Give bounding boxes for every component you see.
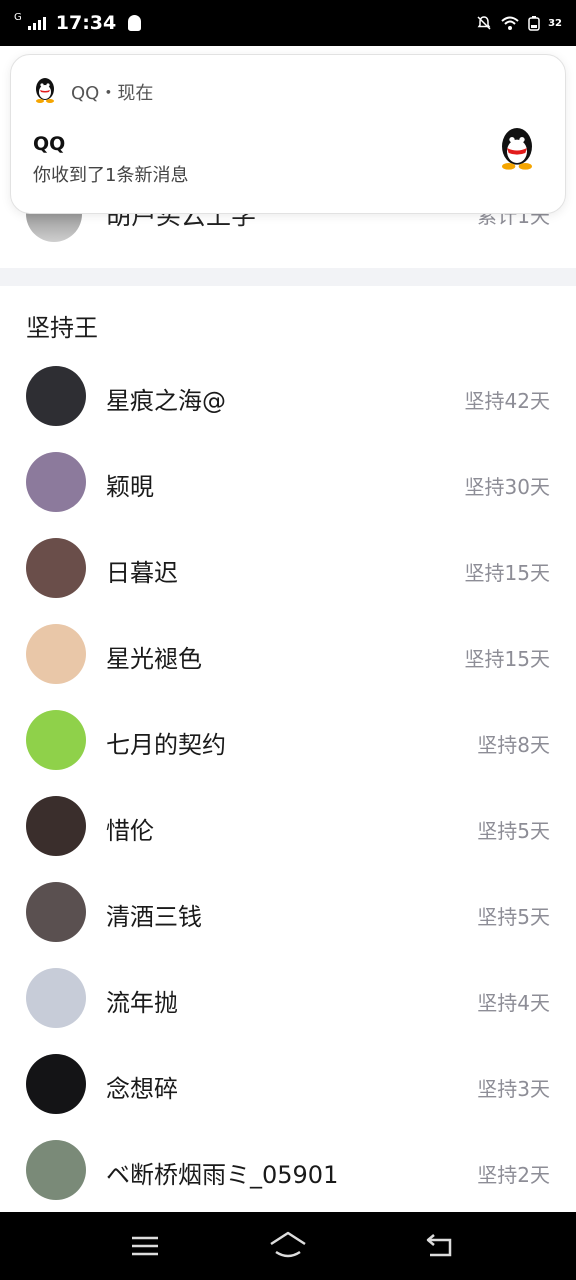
notification-body: 你收到了1条新消息 — [33, 165, 189, 186]
avatar — [26, 624, 86, 684]
avatar — [26, 366, 86, 426]
avatar — [26, 1054, 86, 1114]
user-name: 星痕之海@ — [106, 387, 226, 415]
menu-icon[interactable] — [130, 1230, 160, 1260]
streak-count: 坚持5天 — [477, 819, 550, 843]
user-name: 念想碎 — [106, 1075, 178, 1103]
streak-count: 坚持4天 — [477, 991, 550, 1015]
notification-title: QQ — [33, 133, 66, 155]
streak-count: 坚持8天 — [477, 733, 550, 757]
wifi-icon — [501, 16, 519, 30]
list-item[interactable]: 流年抛 坚持4天 — [0, 958, 576, 1044]
navigation-bar — [0, 1212, 576, 1280]
avatar — [26, 538, 86, 598]
qq-penguin-icon — [36, 78, 54, 103]
qq-penguin-icon — [502, 128, 532, 170]
clock: 17:34 — [55, 12, 117, 34]
battery-level: 32 — [548, 17, 562, 29]
avatar — [26, 710, 86, 770]
notification-banner[interactable]: QQ・现在 QQ 你收到了1条新消息 — [10, 54, 566, 214]
list-item[interactable]: 七月的契约 坚持8天 — [0, 700, 576, 786]
streak-count: 坚持42天 — [464, 389, 550, 413]
user-name: ベ断桥烟雨ミ_05901 — [106, 1161, 339, 1189]
user-name: 日暮迟 — [106, 559, 178, 587]
avatar — [26, 968, 86, 1028]
streak-count: 坚持3天 — [477, 1077, 550, 1101]
user-name: 流年抛 — [106, 989, 178, 1017]
user-name: 七月的契约 — [106, 731, 226, 759]
streak-count: 坚持15天 — [464, 561, 550, 585]
avatar — [26, 1140, 86, 1200]
list-item[interactable]: 惜伦 坚持5天 — [0, 786, 576, 872]
section-title: 坚持王 — [26, 314, 98, 342]
section-divider — [0, 268, 576, 286]
status-bar: G 17:34 32 — [0, 0, 576, 46]
avatar — [26, 796, 86, 856]
list-item[interactable]: 星光褪色 坚持15天 — [0, 614, 576, 700]
user-name: 惜伦 — [106, 817, 154, 845]
notification-app-name: QQ・现在 — [71, 83, 154, 104]
list-item[interactable]: 清酒三钱 坚持5天 — [0, 872, 576, 958]
streak-count: 坚持5天 — [477, 905, 550, 929]
streak-count: 坚持30天 — [464, 475, 550, 499]
user-name: 颖晛 — [106, 473, 154, 501]
snapchat-icon — [128, 15, 142, 31]
back-icon[interactable] — [424, 1230, 456, 1260]
leaderboard-list: 星痕之海@ 坚持42天 颖晛 坚持30天 日暮迟 坚持15天 星光褪色 坚持15… — [0, 356, 576, 1216]
list-item[interactable]: 日暮迟 坚持15天 — [0, 528, 576, 614]
list-item[interactable]: 星痕之海@ 坚持42天 — [0, 356, 576, 442]
signal-icon — [27, 16, 46, 30]
avatar — [26, 882, 86, 942]
user-name: 清酒三钱 — [106, 903, 202, 931]
streak-count: 坚持2天 — [477, 1163, 550, 1187]
avatar — [26, 452, 86, 512]
battery-icon — [528, 16, 540, 31]
user-name: 星光褪色 — [106, 645, 202, 673]
list-item[interactable]: 念想碎 坚持3天 — [0, 1044, 576, 1130]
home-icon[interactable] — [268, 1230, 308, 1260]
bell-muted-icon — [477, 16, 491, 30]
list-item[interactable]: ベ断桥烟雨ミ_05901 坚持2天 — [0, 1130, 576, 1216]
network-type: G — [14, 11, 22, 23]
list-item[interactable]: 颖晛 坚持30天 — [0, 442, 576, 528]
streak-count: 坚持15天 — [464, 647, 550, 671]
